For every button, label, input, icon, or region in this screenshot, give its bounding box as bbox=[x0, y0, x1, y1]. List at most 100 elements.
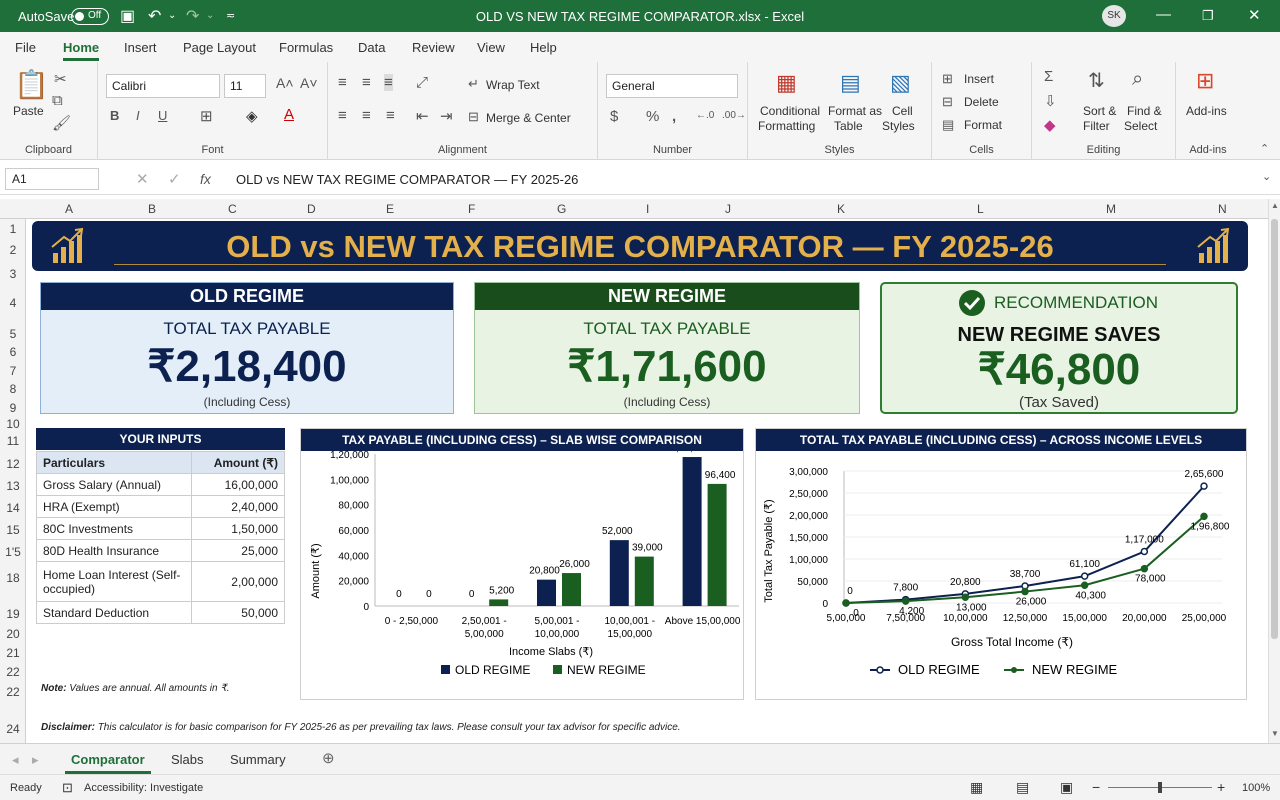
input-label[interactable]: Home Loan Interest (Self-occupied) bbox=[36, 561, 192, 602]
zoom-level[interactable]: 100% bbox=[1242, 782, 1270, 794]
shrink-font-icon[interactable]: A˅ bbox=[300, 75, 318, 91]
worksheet[interactable]: OLD vs NEW TAX REGIME COMPARATOR — FY 20… bbox=[26, 219, 1268, 743]
fill-icon[interactable]: ⇩ bbox=[1044, 92, 1057, 110]
format-cells-icon[interactable]: ▤ bbox=[942, 117, 954, 133]
cell-label[interactable]: Cell bbox=[892, 104, 913, 118]
row-header[interactable]: 21 bbox=[0, 646, 26, 660]
row-header[interactable]: 1 bbox=[0, 222, 26, 236]
row-header[interactable]: 19 bbox=[0, 607, 26, 621]
close-icon[interactable]: ✕ bbox=[1248, 6, 1261, 24]
row-header[interactable]: 2 bbox=[0, 243, 26, 257]
accessibility-icon[interactable]: ⊡ bbox=[62, 780, 73, 796]
input-label[interactable]: Standard Deduction bbox=[36, 601, 192, 624]
addins-icon[interactable]: ⊞ bbox=[1196, 68, 1214, 94]
row-header[interactable]: 7 bbox=[0, 364, 26, 378]
styles-button[interactable]: Styles bbox=[882, 119, 915, 133]
tab-page-layout[interactable]: Page Layout bbox=[183, 40, 256, 55]
normal-view-icon[interactable]: ▦ bbox=[970, 779, 983, 796]
minimize-icon[interactable]: — bbox=[1156, 6, 1171, 23]
next-sheet-icon[interactable]: ▸ bbox=[32, 752, 39, 768]
conditional-formatting-icon[interactable]: ▦ bbox=[776, 70, 797, 96]
row-header[interactable]: 10 bbox=[0, 417, 26, 431]
row-header[interactable]: 18 bbox=[0, 571, 26, 585]
row-header[interactable]: 3 bbox=[0, 267, 26, 281]
increase-indent-icon[interactable]: ⇥ bbox=[440, 107, 453, 125]
input-value[interactable]: 16,00,000 bbox=[191, 473, 285, 496]
expand-formula-icon[interactable]: ⌄ bbox=[1262, 170, 1271, 183]
col-header[interactable]: G bbox=[557, 202, 566, 216]
tab-home[interactable]: Home bbox=[63, 40, 100, 61]
row-header[interactable]: 24 bbox=[0, 722, 26, 736]
align-center-icon[interactable]: ≡ bbox=[362, 107, 371, 124]
filter-button[interactable]: Filter bbox=[1083, 119, 1110, 133]
col-header[interactable]: B bbox=[148, 202, 156, 216]
zoom-in-icon[interactable]: + bbox=[1217, 779, 1225, 795]
col-header[interactable]: N bbox=[1218, 202, 1227, 216]
font-name-select[interactable]: Calibri bbox=[106, 74, 220, 98]
col-header[interactable]: A bbox=[65, 202, 73, 216]
avatar[interactable]: SK bbox=[1102, 5, 1126, 27]
cancel-icon[interactable]: ✕ bbox=[136, 170, 149, 188]
fill-color-icon[interactable]: ◈ bbox=[246, 107, 258, 125]
scroll-up-icon[interactable]: ▲ bbox=[1271, 201, 1279, 210]
insert-button[interactable]: Insert bbox=[964, 72, 994, 86]
formula-input[interactable]: OLD vs NEW TAX REGIME COMPARATOR — FY 20… bbox=[236, 172, 578, 187]
row-header[interactable]: 6 bbox=[0, 345, 26, 359]
tab-help[interactable]: Help bbox=[530, 40, 557, 55]
align-right-icon[interactable]: ≡ bbox=[386, 107, 395, 124]
align-top-icon[interactable]: ≡ bbox=[338, 74, 347, 91]
find-label[interactable]: Find & bbox=[1127, 104, 1162, 118]
row-header[interactable]: 15 bbox=[0, 523, 26, 537]
input-label[interactable]: Gross Salary (Annual) bbox=[36, 473, 192, 496]
italic-icon[interactable]: I bbox=[136, 108, 140, 123]
paste-button[interactable]: Paste bbox=[13, 104, 44, 118]
input-value[interactable]: 25,000 bbox=[191, 539, 285, 562]
tab-slabs[interactable]: Slabs bbox=[171, 752, 204, 767]
input-value[interactable]: 50,000 bbox=[191, 601, 285, 624]
row-header[interactable]: 12 bbox=[0, 457, 26, 471]
row-header[interactable]: 14 bbox=[0, 501, 26, 515]
vertical-scroll-thumb[interactable] bbox=[1271, 219, 1278, 639]
decrease-indent-icon[interactable]: ⇤ bbox=[416, 107, 429, 125]
format-as-label[interactable]: Format as bbox=[828, 104, 882, 118]
tab-view[interactable]: View bbox=[477, 40, 505, 55]
percent-icon[interactable]: % bbox=[646, 108, 659, 125]
clear-icon[interactable]: ◆ bbox=[1044, 116, 1056, 134]
tab-formulas[interactable]: Formulas bbox=[279, 40, 333, 55]
col-header[interactable]: K bbox=[837, 202, 845, 216]
currency-icon[interactable]: $ bbox=[610, 108, 618, 125]
tab-insert[interactable]: Insert bbox=[124, 40, 157, 55]
insert-cells-icon[interactable]: ⊞ bbox=[942, 71, 953, 87]
cut-icon[interactable]: ✂ bbox=[54, 70, 67, 88]
row-header[interactable]: 11 bbox=[0, 434, 26, 448]
format-as-table-icon[interactable]: ▤ bbox=[840, 70, 861, 96]
tab-comparator[interactable]: Comparator bbox=[65, 752, 151, 774]
row-header[interactable]: 5 bbox=[0, 327, 26, 341]
row-header[interactable]: 22 bbox=[0, 685, 26, 699]
autosum-icon[interactable]: Σ bbox=[1044, 68, 1053, 85]
underline-icon[interactable]: U bbox=[158, 108, 167, 123]
font-color-icon[interactable]: A bbox=[284, 106, 294, 123]
col-header[interactable]: L bbox=[977, 202, 984, 216]
row-header[interactable]: 4 bbox=[0, 296, 26, 310]
copy-icon[interactable]: ⧉ bbox=[52, 92, 63, 109]
col-header[interactable]: E bbox=[386, 202, 394, 216]
tab-summary[interactable]: Summary bbox=[230, 752, 286, 767]
row-header[interactable]: 1'5 bbox=[0, 545, 26, 559]
paste-icon[interactable]: 📋 bbox=[14, 68, 49, 101]
formatting-label[interactable]: Formatting bbox=[758, 119, 815, 133]
find-select-icon[interactable]: ⌕ bbox=[1132, 68, 1143, 91]
font-size-select[interactable]: 11 bbox=[224, 74, 266, 98]
prev-sheet-icon[interactable]: ◂ bbox=[12, 752, 19, 768]
select-button[interactable]: Select bbox=[1124, 119, 1157, 133]
add-sheet-icon[interactable]: ⊕ bbox=[322, 749, 335, 767]
number-format-select[interactable]: General bbox=[606, 74, 738, 98]
vertical-scrollbar[interactable]: ▲ ▼ bbox=[1268, 199, 1280, 743]
page-layout-view-icon[interactable]: ▤ bbox=[1016, 779, 1029, 796]
wrap-text-icon[interactable]: ↵ bbox=[468, 76, 479, 92]
scroll-down-icon[interactable]: ▼ bbox=[1271, 729, 1279, 738]
row-header[interactable]: 8 bbox=[0, 382, 26, 396]
align-middle-icon[interactable]: ≡ bbox=[362, 74, 371, 91]
orientation-icon[interactable]: ⤢ bbox=[416, 74, 428, 91]
row-header[interactable]: 22 bbox=[0, 665, 26, 679]
